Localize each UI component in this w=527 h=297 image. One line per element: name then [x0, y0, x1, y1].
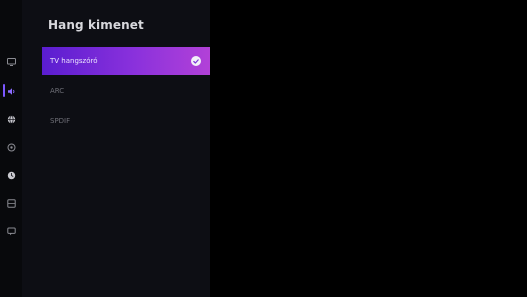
general-icon [7, 171, 15, 179]
settings-category-rail [0, 0, 22, 297]
rail-item-picture[interactable] [0, 55, 22, 69]
check-circle-icon [191, 56, 201, 66]
rail-item-network[interactable] [0, 112, 22, 126]
panel-title: Hang kimenet [48, 18, 144, 32]
rail-item-apps[interactable] [0, 196, 22, 210]
support-icon [6, 227, 16, 235]
option-label: SPDIF [50, 117, 71, 125]
apps-icon [6, 198, 16, 208]
option-label: TV hangszóró [50, 57, 98, 65]
rail-item-sound[interactable] [0, 84, 22, 98]
rail-item-support[interactable] [0, 224, 22, 238]
rail-item-general[interactable] [0, 168, 22, 182]
option-label: ARC [50, 87, 65, 95]
option-arc[interactable]: ARC [42, 77, 210, 105]
option-spdif[interactable]: SPDIF [42, 107, 210, 135]
sound-output-panel: Hang kimenet [22, 0, 210, 297]
channel-icon [7, 143, 15, 151]
tv-settings-screen: Hang kimenet TV hangszóró ARC SPDIF [0, 0, 527, 297]
network-icon [7, 114, 15, 124]
rail-item-channel[interactable] [0, 140, 22, 154]
sound-icon [7, 87, 14, 95]
picture-icon [6, 58, 16, 66]
option-tv-speaker[interactable]: TV hangszóró [42, 47, 210, 75]
